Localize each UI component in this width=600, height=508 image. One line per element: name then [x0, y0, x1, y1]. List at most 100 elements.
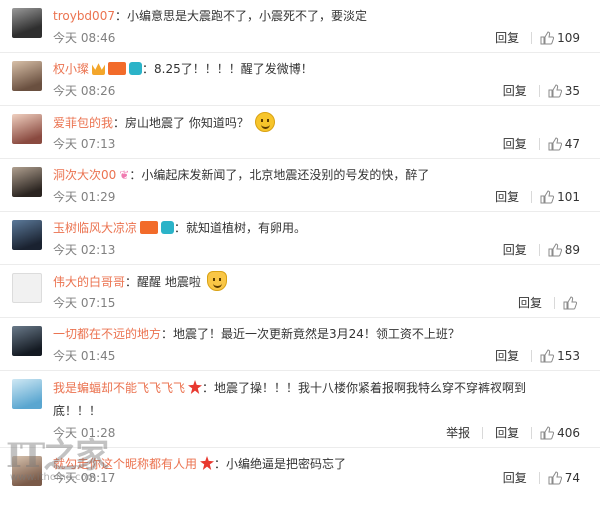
- comment-actions: 回复 89: [491, 241, 580, 258]
- thumbs-up-icon: [548, 136, 562, 150]
- divider: [538, 243, 540, 256]
- comment-text: ：房山地震了 你知道吗？: [113, 116, 249, 130]
- thumbs-up-icon: [548, 242, 562, 256]
- username-link[interactable]: troybd007: [53, 9, 115, 23]
- comment-body: 伟大的白哥哥：醒醒 地震啦: [53, 271, 573, 292]
- thumbs-up-icon: [548, 83, 562, 97]
- like-button[interactable]: 74: [548, 471, 580, 485]
- like-button[interactable]: 153: [540, 349, 580, 363]
- comment-list: troybd007：小编意思是大震跑不了，小震死不了，要淡定 今天 08:46 …: [0, 0, 600, 492]
- thumbs-up-icon: [540, 189, 555, 203]
- comment-actions: 回复 35: [491, 82, 580, 99]
- comment-actions: 回复 101: [483, 188, 580, 205]
- thumbs-up-icon: [548, 470, 562, 484]
- reply-button[interactable]: 回复: [495, 29, 519, 46]
- avatar[interactable]: [12, 8, 42, 38]
- reply-button[interactable]: 回复: [495, 424, 519, 441]
- like-count: 35: [564, 83, 580, 98]
- reply-button[interactable]: 回复: [518, 294, 542, 311]
- comment-time: 今天 01:45: [53, 349, 116, 363]
- like-button[interactable]: 35: [548, 84, 580, 98]
- like-count: 101: [557, 189, 580, 204]
- like-button[interactable]: 101: [540, 190, 580, 204]
- like-button[interactable]: [563, 295, 580, 310]
- comment-item: 爱菲包的我：房山地震了 你知道吗？ 今天 07:13 回复 47: [0, 106, 600, 159]
- username-link[interactable]: 玉树临风大凉凉: [53, 221, 137, 235]
- avatar[interactable]: [12, 326, 42, 356]
- username-link[interactable]: 权小璨: [53, 62, 89, 76]
- avatar[interactable]: [12, 379, 42, 409]
- avatar[interactable]: [12, 220, 42, 250]
- like-button[interactable]: 109: [540, 31, 580, 45]
- comment-actions: 回复 74: [491, 469, 580, 486]
- watermark-url: www.ithome.com: [10, 472, 97, 483]
- watermark-logo: IT之家: [6, 436, 109, 476]
- camera-badge-icon: [161, 221, 175, 234]
- username-link[interactable]: 洞次大次00: [53, 168, 116, 182]
- avatar[interactable]: [12, 273, 42, 303]
- vip-badge-icon: [108, 62, 127, 75]
- comment-time: 今天 02:13: [53, 243, 116, 257]
- divider: [531, 190, 533, 203]
- comment-item: 玉树临风大凉凉 ：就知道植树，有卵用。 今天 02:13 回复 89: [0, 212, 600, 265]
- like-count: 109: [557, 30, 580, 45]
- thumbs-up-icon: [540, 425, 555, 439]
- divider: [531, 31, 533, 44]
- watermark: IT之家 www.ithome.com: [6, 428, 136, 498]
- camera-badge-icon: [129, 62, 143, 75]
- comment-item: 洞次大次00 ❦：小编起床发新闻了，北京地震还没别的号发的快，醉了 今天 01:2…: [0, 159, 600, 212]
- comment-body: 我是蝙蝠却不能飞飞飞飞 ：地震了操！！！我十八楼你紧着报啊我特么穿不穿裤衩啊到底！…: [53, 377, 573, 423]
- avatar[interactable]: [12, 61, 42, 91]
- crown-badge-icon: [92, 63, 106, 75]
- star-badge-icon: [188, 380, 203, 394]
- thumbs-up-icon: [540, 30, 555, 44]
- like-count: 406: [557, 425, 580, 440]
- comment-text: ：小编意思是大震跑不了，小震死不了，要淡定: [114, 9, 367, 23]
- reply-button[interactable]: 回复: [503, 241, 527, 258]
- thumbs-up-icon: [563, 295, 577, 309]
- like-count: 47: [564, 136, 580, 151]
- divider: [538, 471, 540, 484]
- reply-button[interactable]: 回复: [503, 82, 527, 99]
- divider: [482, 426, 484, 439]
- reply-button[interactable]: 回复: [495, 188, 519, 205]
- comment-text: ：就知道植树，有卵用。: [174, 221, 307, 235]
- reply-button[interactable]: 回复: [503, 469, 527, 486]
- bow-badge-icon: ❦: [119, 168, 130, 182]
- username-link[interactable]: 爱菲包的我: [53, 116, 113, 130]
- smile-emoji-icon: [254, 112, 275, 132]
- like-count: 74: [564, 470, 580, 485]
- comment-text: ：地震了！最近一次更新竟然是3月24！领工资不上班？: [161, 327, 460, 341]
- username-link[interactable]: 一切都在不远的地方: [53, 327, 161, 341]
- divider: [538, 137, 540, 150]
- comment-item: 伟大的白哥哥：醒醒 地震啦 今天 07:15 回复: [0, 265, 600, 318]
- comment-item: 一切都在不远的地方：地震了！最近一次更新竟然是3月24！领工资不上班？ 今天 0…: [0, 318, 600, 371]
- like-button[interactable]: 47: [548, 137, 580, 151]
- comment-body: 权小璨 ：8.25了！！！！醒了发微博！: [53, 59, 573, 79]
- like-button[interactable]: 406: [540, 426, 580, 440]
- comment-text: ：小编起床发新闻了，北京地震还没别的号发的快，醉了: [129, 168, 430, 182]
- like-count: 89: [564, 242, 580, 257]
- comment-body: 一切都在不远的地方：地震了！最近一次更新竟然是3月24！领工资不上班？: [53, 324, 573, 344]
- report-button[interactable]: 举报: [446, 424, 470, 441]
- comment-item: 权小璨 ：8.25了！！！！醒了发微博！ 今天 08:26 回复 35: [0, 53, 600, 106]
- star-badge-icon: [200, 456, 215, 470]
- avatar[interactable]: [12, 114, 42, 144]
- comment-text: ：小编绝逼是把密码忘了: [214, 457, 347, 471]
- comment-time: 今天 01:29: [53, 190, 116, 204]
- comment-time: 今天 08:26: [53, 84, 116, 98]
- reply-button[interactable]: 回复: [495, 347, 519, 364]
- divider: [531, 349, 533, 362]
- avatar[interactable]: [12, 167, 42, 197]
- comment-body: 玉树临风大凉凉 ：就知道植树，有卵用。: [53, 218, 573, 238]
- reply-button[interactable]: 回复: [503, 135, 527, 152]
- like-button[interactable]: 89: [548, 243, 580, 257]
- username-link[interactable]: 伟大的白哥哥: [53, 275, 125, 289]
- username-link[interactable]: 我是蝙蝠却不能飞飞飞飞: [53, 381, 185, 395]
- cat-emoji-icon: [206, 271, 227, 291]
- comment-actions: 回复 153: [483, 347, 580, 364]
- thumbs-up-icon: [540, 348, 555, 362]
- comment-text: ：8.25了！！！！醒了发微博！: [142, 62, 313, 76]
- like-count: 153: [557, 348, 580, 363]
- comment-body: troybd007：小编意思是大震跑不了，小震死不了，要淡定: [53, 6, 573, 26]
